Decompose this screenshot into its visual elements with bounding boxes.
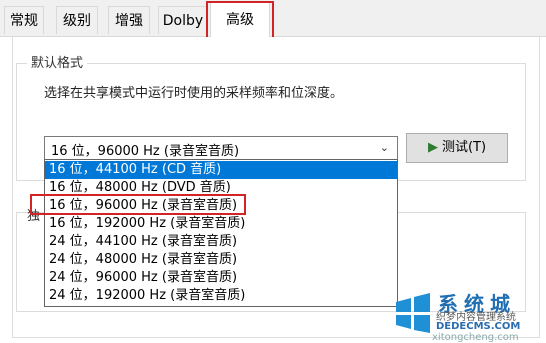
tab-enhancements[interactable]: 增强 bbox=[108, 6, 150, 34]
sample-format-selected-value: 16 位，96000 Hz (录音室音质) bbox=[51, 144, 240, 159]
play-icon: ▶ bbox=[427, 140, 438, 155]
windows-logo-icon bbox=[396, 293, 430, 333]
tab-levels[interactable]: 级别 bbox=[56, 6, 98, 34]
dropdown-option[interactable]: 24 位，44100 Hz (录音室音质) bbox=[45, 233, 397, 251]
dropdown-option[interactable]: 24 位，96000 Hz (录音室音质) bbox=[45, 269, 397, 287]
watermark: 系统城 织梦内容管理系统 DEDECMS.COM xitongcheng.com bbox=[392, 288, 546, 343]
sample-format-select[interactable]: 16 位，96000 Hz (录音室音质) ⌄ bbox=[44, 136, 398, 160]
tab-advanced[interactable]: 高级 bbox=[210, 2, 270, 37]
tab-strip: 常规 级别 增强 Dolby 高级 bbox=[0, 0, 546, 37]
chevron-down-icon[interactable]: ⌄ bbox=[380, 141, 389, 154]
tab-dolby[interactable]: Dolby bbox=[158, 6, 208, 34]
default-format-title: 默认格式 bbox=[27, 52, 88, 71]
sample-format-dropdown-list: 16 位，44100 Hz (CD 音质) 16 位，48000 Hz (DVD… bbox=[44, 159, 398, 307]
dropdown-option[interactable]: 24 位，192000 Hz (录音室音质) bbox=[45, 287, 397, 305]
watermark-domain: xitongcheng.com bbox=[432, 332, 519, 343]
dropdown-option[interactable]: 16 位，44100 Hz (CD 音质) bbox=[45, 161, 397, 179]
tab-general[interactable]: 常规 bbox=[4, 6, 44, 34]
dropdown-option[interactable]: 24 位，48000 Hz (录音室音质) bbox=[45, 251, 397, 269]
test-button[interactable]: ▶ 测试(T) bbox=[406, 133, 508, 163]
exclusive-mode-title: 独 bbox=[27, 209, 41, 224]
watermark-url: DEDECMS.COM bbox=[436, 321, 521, 332]
default-format-description: 选择在共享模式中运行时使用的采样频率和位深度。 bbox=[44, 86, 344, 101]
dropdown-option[interactable]: 16 位，96000 Hz (录音室音质) bbox=[45, 197, 397, 215]
dropdown-option[interactable]: 16 位，48000 Hz (DVD 音质) bbox=[45, 179, 397, 197]
test-button-label: 测试(T) bbox=[441, 140, 487, 155]
dropdown-option[interactable]: 16 位，192000 Hz (录音室音质) bbox=[45, 215, 397, 233]
